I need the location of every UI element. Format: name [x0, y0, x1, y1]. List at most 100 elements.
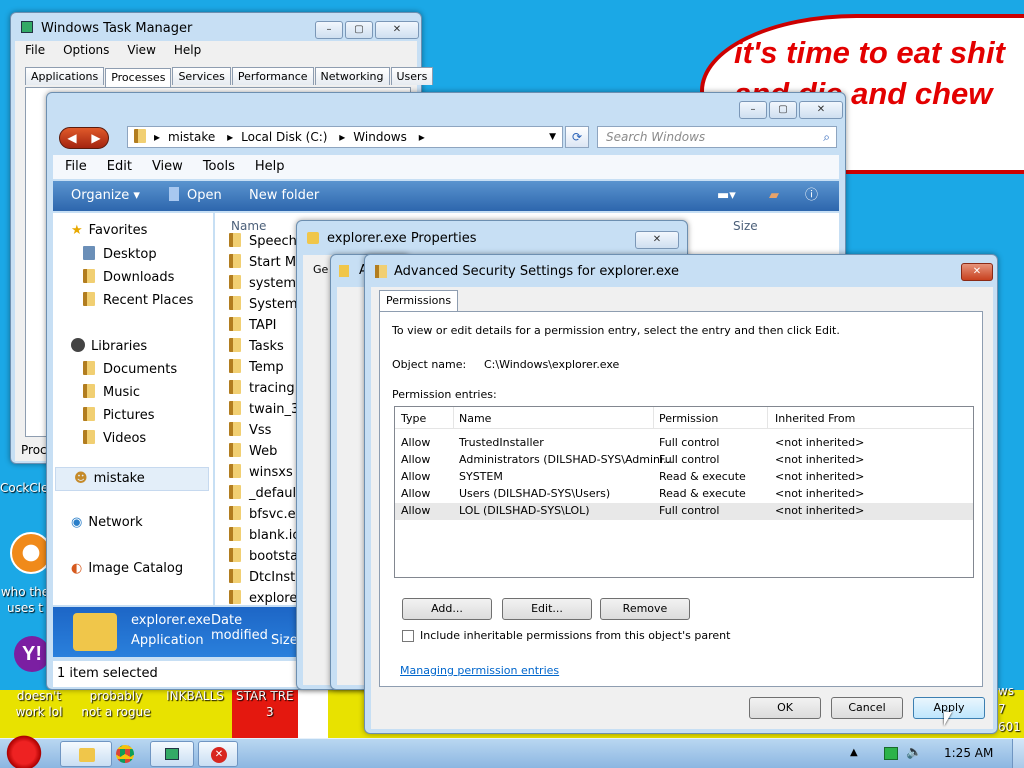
taskbar-explorer-button[interactable]	[60, 741, 112, 767]
tab-services[interactable]: Services	[172, 67, 231, 85]
nav-documents[interactable]: Documents	[83, 361, 177, 377]
forward-icon[interactable]: ▶	[91, 128, 100, 148]
file-row[interactable]: system	[229, 275, 296, 291]
minimize-button[interactable]: –	[315, 21, 343, 39]
menu-help[interactable]: Help	[255, 155, 285, 179]
nav-music[interactable]: Music	[83, 384, 140, 400]
tray-up-arrow-icon[interactable]: ▲	[850, 747, 858, 758]
views-icon[interactable]: ▬▾	[717, 181, 736, 211]
file-row[interactable]: Web	[229, 443, 277, 459]
close-button[interactable]: ✕	[635, 231, 679, 249]
close-button[interactable]: ✕	[961, 263, 993, 281]
advanced-security-window[interactable]: Advanced Security Settings for explorer.…	[364, 254, 998, 734]
menu-options[interactable]: Options	[63, 43, 109, 57]
tab-applications[interactable]: Applications	[25, 67, 105, 85]
address-segment-2[interactable]: Local Disk (C:)	[241, 130, 327, 144]
tray-volume-icon[interactable]: 🔈	[906, 745, 922, 760]
file-row[interactable]: twain_3	[229, 401, 299, 417]
file-row[interactable]: winsxs	[229, 464, 293, 480]
desktop-icon-2[interactable]: Y!	[14, 636, 50, 672]
nav-favorites[interactable]: ★ Favorites	[71, 223, 147, 238]
tab-performance[interactable]: Performance	[231, 67, 314, 85]
file-row[interactable]: TAPI	[229, 317, 277, 333]
column-permission[interactable]: Permission	[659, 412, 718, 425]
file-row[interactable]: bootsta	[229, 548, 298, 564]
chrome-icon[interactable]	[116, 745, 134, 763]
file-row[interactable]: Speech	[229, 233, 297, 249]
start-button-icon[interactable]	[4, 733, 44, 768]
help-icon[interactable]: ⓘ	[805, 181, 818, 211]
search-icon[interactable]: ⌕	[823, 127, 830, 147]
file-row[interactable]: tracing	[229, 380, 295, 396]
tab-users[interactable]: Users	[390, 67, 434, 85]
file-row[interactable]: DtcInsta	[229, 569, 303, 585]
menu-file[interactable]: File	[65, 155, 87, 179]
menu-view[interactable]: View	[127, 43, 155, 57]
tray-battery-icon[interactable]	[884, 747, 898, 760]
file-row[interactable]: _default	[229, 485, 301, 501]
menu-view[interactable]: View	[152, 155, 183, 179]
dropdown-icon[interactable]: ▼	[549, 127, 556, 147]
nav-videos[interactable]: Videos	[83, 430, 146, 446]
inherit-checkbox[interactable]	[402, 630, 414, 642]
refresh-icon[interactable]: ⟳	[565, 126, 589, 148]
permission-row[interactable]: Allow SYSTEM Read & execute <not inherited>	[395, 469, 973, 486]
desktop-icon-3-label[interactable]: probably not a rogue	[76, 688, 156, 720]
clock[interactable]: 1:25 AM	[944, 746, 993, 760]
close-button[interactable]: ✕	[375, 21, 419, 39]
column-name[interactable]: Name	[459, 412, 491, 425]
column-inherited-from[interactable]: Inherited From	[775, 412, 855, 425]
menu-edit[interactable]: Edit	[107, 155, 132, 179]
nav-libraries[interactable]: Libraries	[71, 338, 147, 354]
tab-networking[interactable]: Networking	[314, 67, 390, 85]
nav-network[interactable]: ◉ Network	[71, 515, 143, 530]
file-row[interactable]: System	[229, 296, 297, 312]
address-bar[interactable]: ▸ mistake ▸ Local Disk (C:) ▸ Windows ▸ ▼	[127, 126, 563, 148]
new-folder-button[interactable]: New folder	[249, 181, 319, 211]
minimize-button[interactable]: –	[739, 101, 767, 119]
tab-permissions[interactable]: Permissions	[379, 290, 459, 312]
tab-processes[interactable]: Processes	[105, 68, 172, 88]
file-row[interactable]: blank.ic	[229, 527, 300, 543]
taskbar-task-manager-button[interactable]	[150, 741, 194, 767]
menu-file[interactable]: File	[25, 43, 45, 57]
managing-permissions-link[interactable]: Managing permission entries	[400, 664, 559, 677]
address-segment-1[interactable]: mistake	[168, 130, 215, 144]
file-row[interactable]: explore	[229, 590, 297, 605]
nav-mistake[interactable]: ☻ mistake	[55, 467, 209, 491]
address-segment-3[interactable]: Windows	[353, 130, 407, 144]
maximize-button[interactable]: ▢	[345, 21, 373, 39]
permission-row[interactable]: Allow Administrators (DILSHAD-SYS\Admini.…	[395, 452, 973, 469]
remove-button[interactable]: Remove	[600, 598, 690, 620]
permission-row[interactable]: Allow Users (DILSHAD-SYS\Users) Read & exe…	[395, 486, 973, 503]
desktop-icon-4-label[interactable]: INKBALLS	[160, 688, 230, 704]
nav-image-catalog[interactable]: ◐ Image Catalog	[71, 561, 183, 576]
cancel-button[interactable]: Cancel	[831, 697, 903, 719]
nav-downloads[interactable]: Downloads	[83, 269, 174, 285]
back-icon[interactable]: ◀	[67, 128, 76, 148]
file-row[interactable]: bfsvc.ex	[229, 506, 303, 522]
nav-recent[interactable]: Recent Places	[83, 292, 193, 308]
properties-tab-partial[interactable]: Ge	[313, 263, 328, 276]
add-button[interactable]: Add...	[402, 598, 492, 620]
organize-button[interactable]: Organize ▾	[71, 181, 140, 211]
file-row[interactable]: Temp	[229, 359, 284, 375]
preview-pane-icon[interactable]: ▰	[769, 181, 779, 211]
edit-button[interactable]: Edit...	[502, 598, 592, 620]
desktop-icon-5-label[interactable]: STAR TRE 3	[236, 688, 300, 720]
file-row[interactable]: Vss	[229, 422, 271, 438]
file-row[interactable]: Tasks	[229, 338, 284, 354]
menu-help[interactable]: Help	[174, 43, 201, 57]
close-button[interactable]: ✕	[799, 101, 843, 119]
nav-pictures[interactable]: Pictures	[83, 407, 154, 423]
maximize-button[interactable]: ▢	[769, 101, 797, 119]
search-input[interactable]: Search Windows ⌕	[597, 126, 837, 148]
permission-row[interactable]: Allow LOL (DILSHAD-SYS\LOL) Full control <n…	[395, 503, 973, 520]
taskbar-error-button[interactable]: ✕	[198, 741, 238, 767]
permission-row[interactable]: Allow TrustedInstaller Full control <not in…	[395, 435, 973, 452]
column-type[interactable]: Type	[401, 412, 426, 425]
open-button[interactable]: Open	[169, 181, 222, 211]
show-desktop-button[interactable]	[1012, 739, 1024, 768]
nav-desktop[interactable]: Desktop	[83, 246, 157, 262]
ok-button[interactable]: OK	[749, 697, 821, 719]
